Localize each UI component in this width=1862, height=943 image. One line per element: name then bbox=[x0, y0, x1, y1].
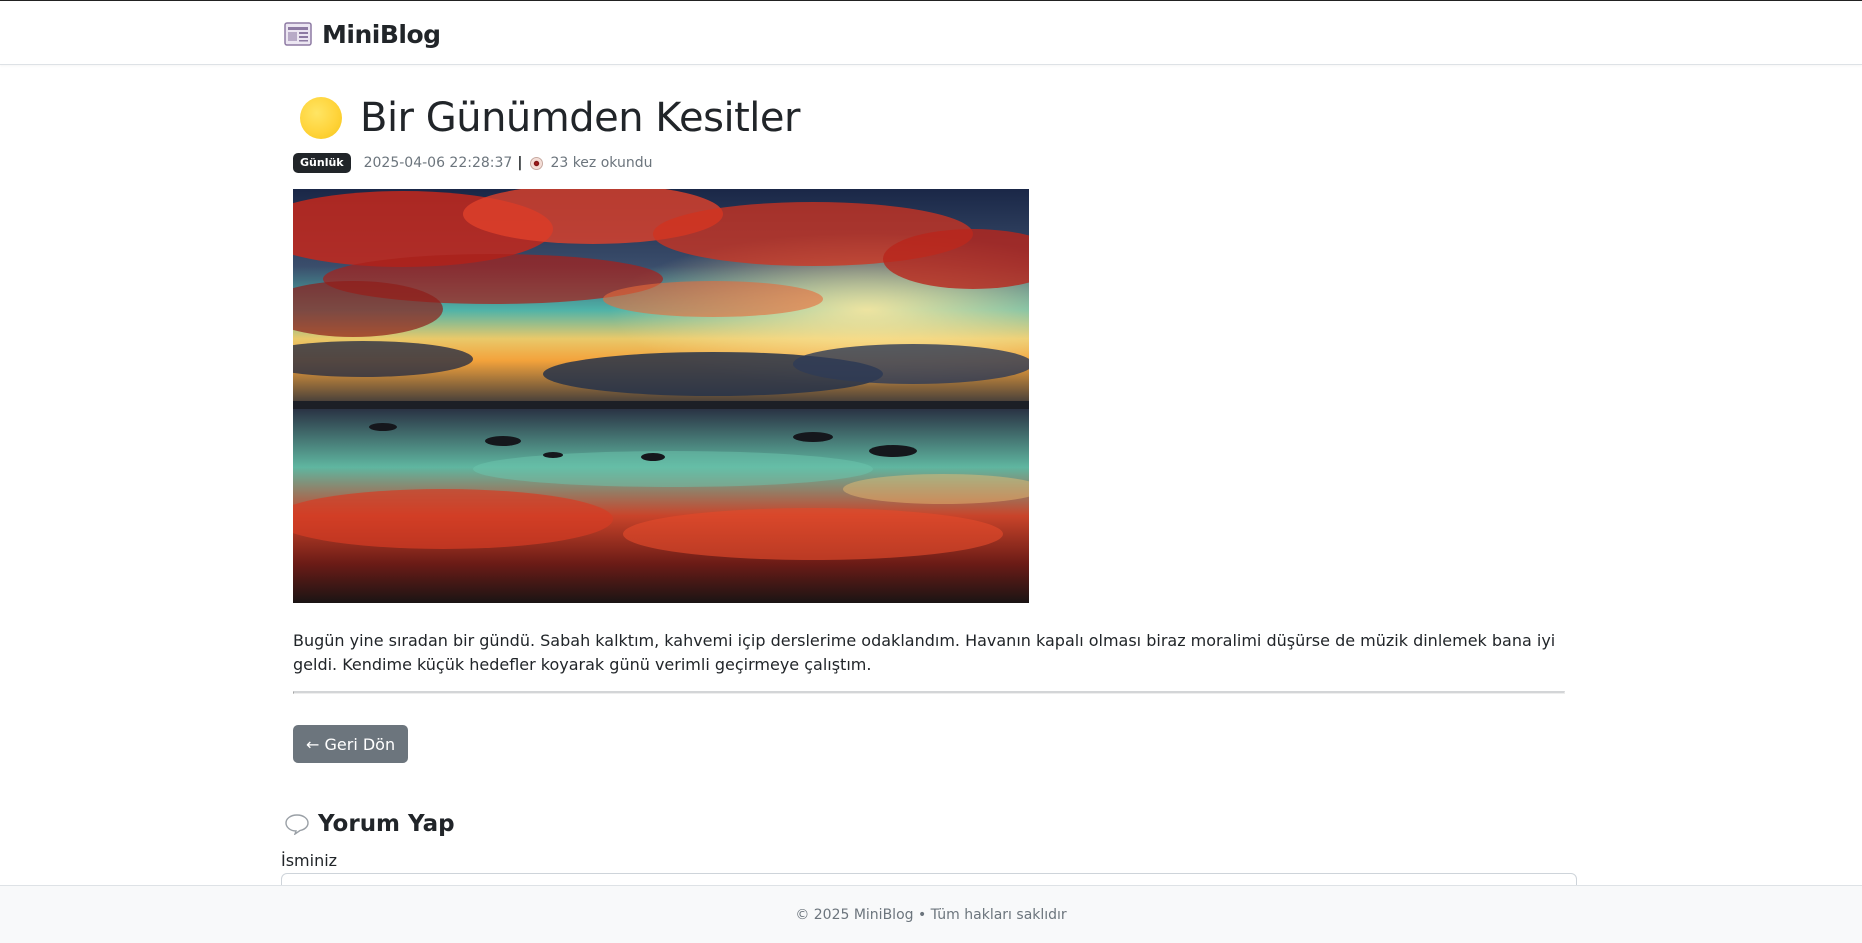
sunset-reflection-image bbox=[293, 189, 1029, 603]
eye-icon bbox=[530, 156, 544, 170]
footer-text: © 2025 MiniBlog • Tüm hakları saklıdır bbox=[795, 907, 1067, 923]
newspaper-icon bbox=[284, 22, 312, 46]
view-count: 23 kez okundu bbox=[550, 155, 653, 171]
brand-name: MiniBlog bbox=[322, 19, 441, 49]
brand-link[interactable]: MiniBlog bbox=[284, 19, 441, 49]
post-body: Bugün yine sıradan bir gündü. Sabah kalk… bbox=[293, 631, 1556, 674]
post-title-text: Bir Günümden Kesitler bbox=[360, 95, 800, 141]
back-button[interactable]: ← Geri Dön bbox=[293, 725, 409, 763]
comment-heading: Yorum Yap bbox=[284, 811, 455, 837]
category-badge: Günlük bbox=[293, 153, 351, 173]
post-datetime: 2025-04-06 22:28:37 bbox=[363, 155, 513, 171]
post-container: Bir Günümden Kesitler Günlük 2025-04-06 … bbox=[280, 65, 1577, 885]
name-label: İsminiz bbox=[281, 851, 338, 870]
post-meta: Günlük 2025-04-06 22:28:37 | 23 kez okun… bbox=[293, 153, 652, 173]
meta-separator: | bbox=[517, 155, 523, 171]
yellow-circle-icon bbox=[300, 97, 342, 139]
footer: © 2025 MiniBlog • Tüm hakları saklıdır bbox=[0, 885, 1862, 943]
speech-bubble-icon bbox=[285, 814, 309, 835]
comment-heading-text: Yorum Yap bbox=[318, 811, 455, 837]
post-title: Bir Günümden Kesitler bbox=[300, 95, 800, 141]
content-divider bbox=[293, 691, 1565, 694]
navbar: MiniBlog bbox=[0, 2, 1862, 65]
name-input[interactable] bbox=[281, 873, 1577, 885]
post-image bbox=[293, 189, 1029, 603]
